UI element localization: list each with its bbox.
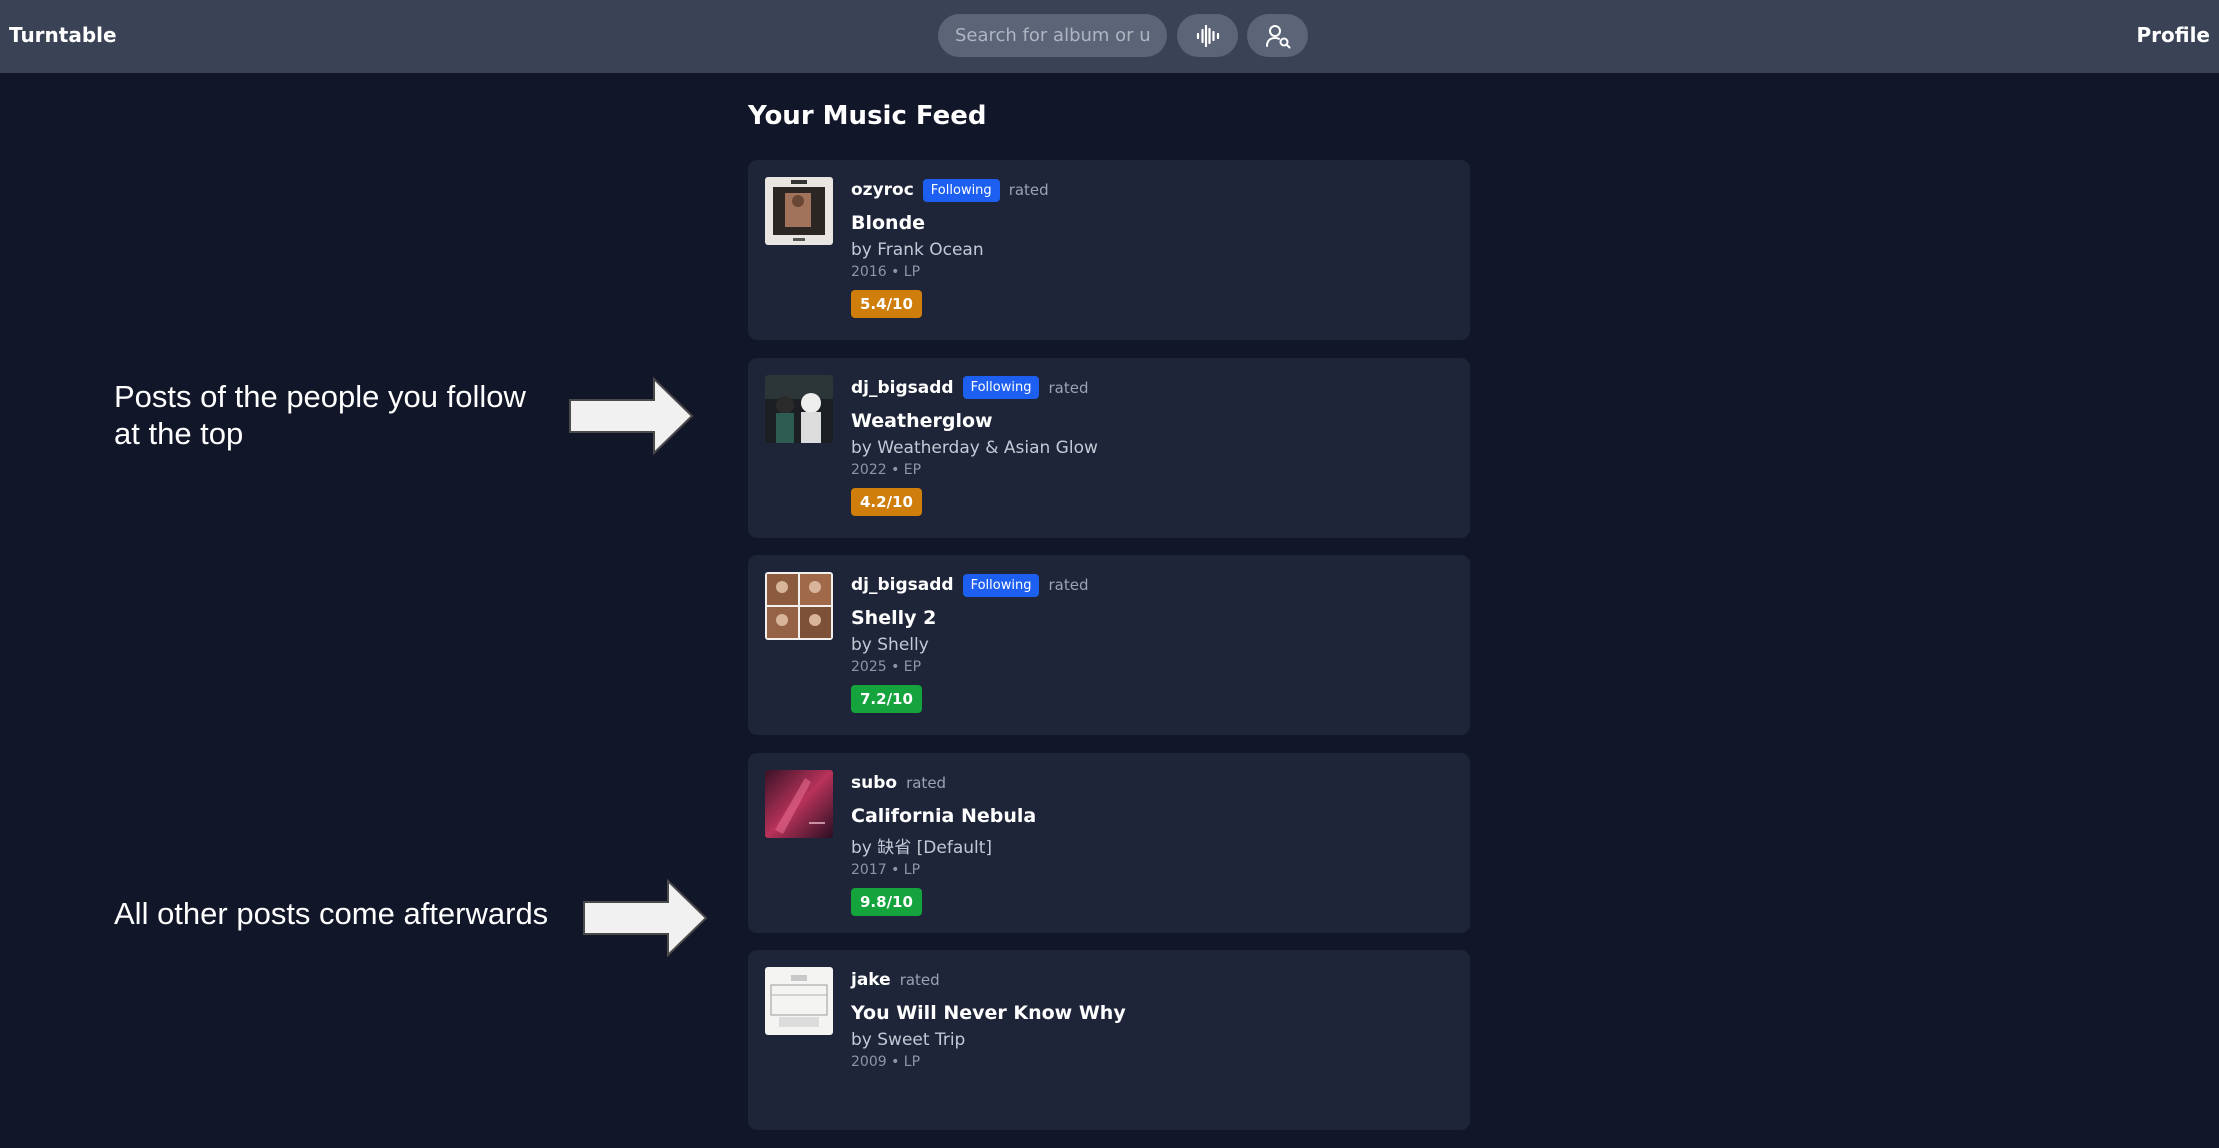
album-cover[interactable] bbox=[765, 374, 833, 443]
annotation-following-posts: Posts of the people you follow at the to… bbox=[114, 378, 574, 452]
post-action: rated bbox=[899, 971, 940, 989]
top-nav: Turntable Profile bbox=[0, 0, 2219, 73]
post-username[interactable]: subo bbox=[851, 773, 897, 793]
brand-logo[interactable]: Turntable bbox=[9, 23, 117, 47]
feed-post[interactable]: ozyroc Following rated Blonde by Frank O… bbox=[748, 160, 1470, 340]
album-title[interactable]: Blonde bbox=[851, 212, 1453, 234]
album-cover[interactable] bbox=[765, 177, 833, 245]
following-badge: Following bbox=[962, 573, 1040, 597]
album-cover[interactable] bbox=[765, 572, 833, 640]
post-details: jake rated You Will Never Know Why by Sw… bbox=[851, 967, 1453, 1070]
album-info: 2016 • LP bbox=[851, 264, 921, 280]
annotation-line: at the top bbox=[114, 416, 244, 451]
post-username[interactable]: jake bbox=[851, 970, 891, 990]
following-badge: Following bbox=[922, 178, 1000, 202]
post-details: dj_bigsadd Following rated Weatherglow b… bbox=[851, 375, 1453, 516]
post-action: rated bbox=[1048, 378, 1089, 397]
album-artist: by 缺省 [Default] bbox=[851, 837, 993, 858]
rating-badge: 4.2/10 bbox=[851, 487, 922, 516]
feed-post[interactable]: jake rated You Will Never Know Why by Sw… bbox=[748, 950, 1470, 1130]
album-info: 2025 • EP bbox=[851, 659, 922, 675]
post-details: dj_bigsadd Following rated Shelly 2 by S… bbox=[851, 572, 1453, 713]
audio-search-button[interactable] bbox=[1177, 14, 1238, 57]
user-search-button[interactable] bbox=[1247, 14, 1308, 57]
waveform-icon bbox=[1196, 24, 1219, 47]
post-details: ozyroc Following rated Blonde by Frank O… bbox=[851, 177, 1453, 318]
album-title[interactable]: Shelly 2 bbox=[851, 607, 1453, 629]
album-title[interactable]: You Will Never Know Why bbox=[851, 1002, 1453, 1024]
feed-post[interactable]: subo rated California Nebula by 缺省 [Defa… bbox=[748, 752, 1470, 933]
page-title: Your Music Feed bbox=[748, 101, 987, 131]
following-badge: Following bbox=[962, 376, 1040, 399]
album-cover[interactable] bbox=[765, 967, 833, 1035]
right-arrow-icon bbox=[569, 376, 694, 456]
album-info: 2022 • EP bbox=[851, 461, 922, 478]
rating-badge: 9.8/10 bbox=[851, 887, 922, 916]
album-cover[interactable] bbox=[765, 769, 833, 838]
rating-badge: 5.4/10 bbox=[851, 290, 922, 318]
profile-link[interactable]: Profile bbox=[2136, 23, 2210, 47]
post-username[interactable]: ozyroc bbox=[851, 180, 914, 200]
post-details: subo rated California Nebula by 缺省 [Defa… bbox=[851, 770, 1453, 916]
post-action: rated bbox=[1008, 181, 1049, 199]
album-title[interactable]: California Nebula bbox=[851, 805, 1453, 827]
rating-badge: 7.2/10 bbox=[851, 685, 922, 713]
album-artist: by Frank Ocean bbox=[851, 240, 984, 260]
search-input[interactable] bbox=[938, 14, 1167, 57]
post-username[interactable]: dj_bigsadd bbox=[851, 378, 954, 398]
album-info: 2017 • LP bbox=[851, 861, 921, 878]
feed-post[interactable]: dj_bigsadd Following rated Shelly 2 by S… bbox=[748, 555, 1470, 735]
user-search-icon bbox=[1265, 24, 1290, 48]
album-artist: by Shelly bbox=[851, 635, 929, 655]
post-username[interactable]: dj_bigsadd bbox=[851, 575, 954, 595]
right-arrow-icon bbox=[583, 878, 708, 958]
album-artist: by Sweet Trip bbox=[851, 1030, 966, 1050]
music-feed: ozyroc Following rated Blonde by Frank O… bbox=[748, 160, 1470, 1148]
annotation-other-posts: All other posts come afterwards bbox=[114, 896, 549, 931]
post-action: rated bbox=[906, 773, 947, 792]
annotation-line: Posts of the people you follow bbox=[114, 379, 526, 414]
feed-post[interactable]: dj_bigsadd Following rated Weatherglow b… bbox=[748, 357, 1470, 538]
album-artist: by Weatherday & Asian Glow bbox=[851, 437, 1098, 458]
post-action: rated bbox=[1048, 576, 1089, 594]
album-title[interactable]: Weatherglow bbox=[851, 410, 1453, 432]
